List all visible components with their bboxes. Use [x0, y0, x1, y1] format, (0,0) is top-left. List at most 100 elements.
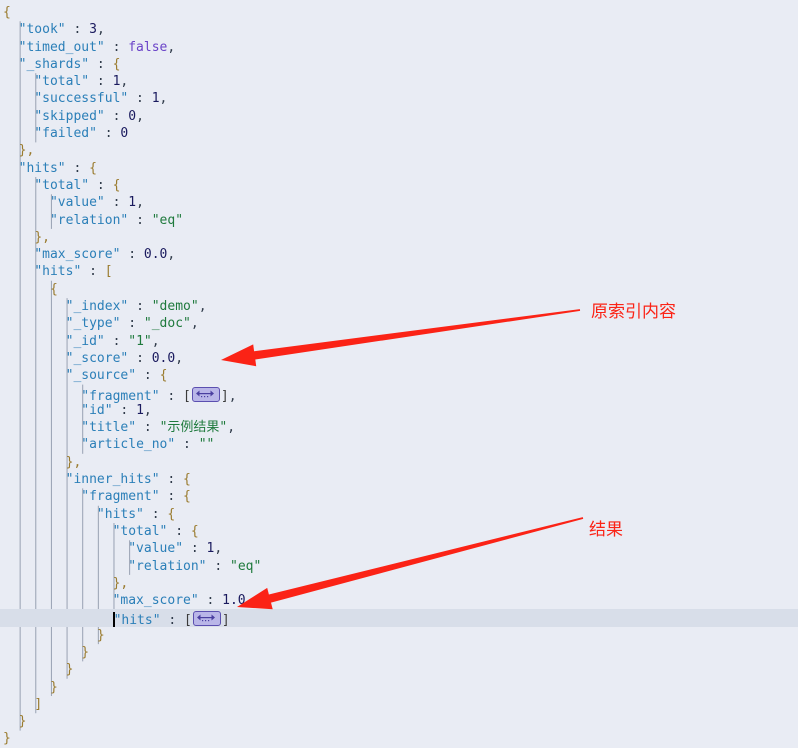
code-line[interactable]: "title" : "示例结果",	[0, 419, 798, 436]
colon-token: :	[81, 264, 105, 280]
brace-token: }	[18, 714, 27, 730]
code-line[interactable]: }	[0, 627, 798, 644]
code-line[interactable]: "hits" : {	[0, 160, 798, 177]
code-line[interactable]: "_score" : 0.0,	[0, 350, 798, 367]
code-line[interactable]: "max_score" : 0.0,	[0, 246, 798, 263]
colon-token: :	[65, 22, 90, 38]
json-value: "demo"	[151, 299, 199, 315]
json-key: "value"	[128, 541, 184, 557]
code-line[interactable]: "successful" : 1,	[0, 90, 798, 107]
code-line[interactable]: },	[0, 142, 798, 159]
code-line[interactable]: "_index" : "demo",	[0, 298, 798, 315]
colon-token: :	[136, 368, 160, 384]
json-value: "eq"	[230, 558, 262, 574]
code-line[interactable]: "total" : {	[0, 523, 798, 540]
colon-token: :	[96, 126, 121, 142]
json-key: "id"	[81, 402, 113, 418]
code-line[interactable]: "skipped" : 0,	[0, 108, 798, 125]
code-line[interactable]: }	[0, 730, 798, 747]
json-code-body[interactable]: { "took" : 3, "timed_out" : false, "_sha…	[0, 4, 798, 748]
json-key: "relation"	[128, 558, 207, 574]
code-line[interactable]: "relation" : "eq"	[0, 212, 798, 229]
comma-token: ,	[136, 195, 144, 211]
code-line[interactable]: "max_score" : 1.0,	[0, 592, 798, 609]
code-line[interactable]: "value" : 1,	[0, 194, 798, 211]
json-value: "_doc"	[143, 316, 191, 332]
json-key: "_index"	[65, 299, 129, 315]
horizontal-resize-arrow-icon[interactable]	[191, 386, 220, 402]
code-line[interactable]: "_type" : "_doc",	[0, 315, 798, 332]
code-line[interactable]: },	[0, 454, 798, 471]
json-key: "hits"	[18, 160, 66, 176]
code-line[interactable]: {	[0, 4, 798, 21]
json-response-viewer[interactable]: { "took" : 3, "timed_out" : false, "_sha…	[0, 0, 798, 746]
code-line[interactable]: "_id" : "1",	[0, 333, 798, 350]
json-key: "hits"	[34, 264, 82, 280]
code-line[interactable]: "fragment" : [],	[0, 385, 798, 404]
brace-token: },	[18, 143, 35, 159]
colon-token: :	[159, 489, 184, 505]
comma-token: ,	[245, 593, 254, 609]
comma-token: ,	[167, 247, 176, 263]
colon-token: :	[112, 402, 137, 418]
code-line[interactable]: "timed_out" : false,	[0, 39, 798, 56]
code-line[interactable]: "article_no" : ""	[0, 436, 798, 453]
json-value: {	[183, 489, 191, 505]
annotation-label-source: 原索引内容	[591, 302, 676, 322]
comma-token: ,	[151, 333, 160, 349]
code-line[interactable]: "inner_hits" : {	[0, 471, 798, 488]
code-line[interactable]: "value" : 1,	[0, 540, 798, 557]
colon-token: :	[89, 56, 113, 72]
brace-token: }	[96, 627, 105, 643]
colon-token: :	[104, 333, 129, 349]
code-line[interactable]: "hits" : [	[0, 263, 798, 280]
comma-token: ,	[143, 402, 152, 418]
json-value: "eq"	[151, 212, 184, 228]
colon-token: :	[128, 91, 152, 107]
json-value: 0.0	[143, 247, 168, 263]
json-key: "value"	[49, 195, 105, 211]
comma-token: ,	[159, 91, 168, 107]
json-value: {	[167, 506, 176, 522]
code-line[interactable]: "id" : 1,	[0, 402, 798, 419]
brace-token: }	[3, 731, 11, 747]
json-key: "_id"	[65, 333, 105, 349]
colon-token: :	[128, 212, 152, 228]
colon-token: :	[65, 160, 90, 176]
json-value: {	[159, 368, 168, 384]
code-line[interactable]: "hits" : {	[0, 506, 798, 523]
code-line[interactable]: },	[0, 229, 798, 246]
json-value: "示例结果"	[159, 420, 228, 436]
colon-token: :	[104, 39, 129, 55]
brace-token: }	[81, 644, 90, 660]
code-line[interactable]: ]	[0, 696, 798, 713]
brace-token: {	[49, 281, 58, 297]
json-key: "total"	[34, 74, 90, 90]
code-line[interactable]: }	[0, 713, 798, 730]
json-value: 0	[120, 126, 129, 142]
code-line[interactable]: "took" : 3,	[0, 21, 798, 38]
colon-token: :	[167, 523, 191, 539]
code-line[interactable]: "fragment" : {	[0, 488, 798, 505]
brace-token: }	[65, 662, 74, 678]
horizontal-resize-arrow-icon[interactable]	[192, 611, 221, 627]
colon-token: :	[128, 350, 152, 366]
code-line-current[interactable]: "hits" : []	[0, 609, 798, 628]
code-line[interactable]: }	[0, 679, 798, 696]
json-value: "1"	[128, 333, 152, 349]
brace-token: {	[3, 5, 11, 20]
colon-token: :	[120, 316, 144, 332]
code-line[interactable]: }	[0, 661, 798, 678]
json-key: "successful"	[34, 91, 129, 107]
code-line[interactable]: "failed" : 0	[0, 125, 798, 142]
json-key: "total"	[112, 523, 168, 539]
code-line[interactable]: }	[0, 644, 798, 661]
code-line[interactable]: "total" : 1,	[0, 73, 798, 90]
code-line[interactable]: "relation" : "eq"	[0, 558, 798, 575]
code-line[interactable]: "total" : {	[0, 177, 798, 194]
code-line[interactable]: },	[0, 575, 798, 592]
json-value: {	[190, 523, 199, 539]
code-line[interactable]: "_shards" : {	[0, 56, 798, 73]
code-line[interactable]: "_source" : {	[0, 367, 798, 384]
code-line[interactable]: {	[0, 281, 798, 298]
